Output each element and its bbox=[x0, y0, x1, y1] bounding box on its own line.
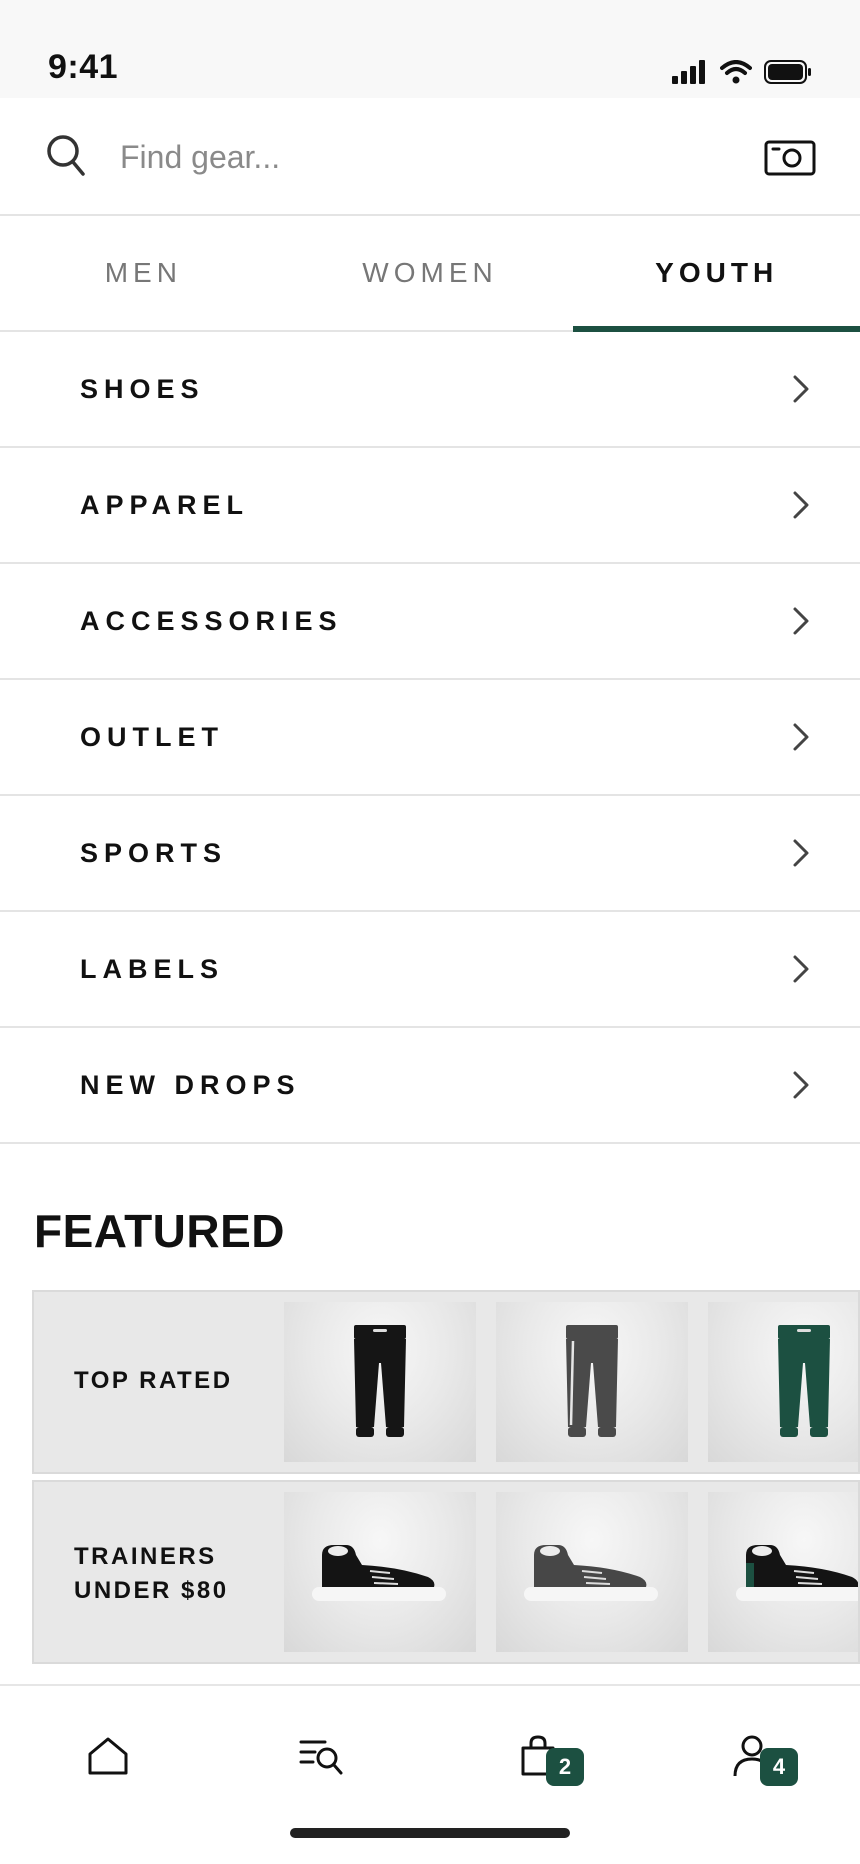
bag-count-badge: 2 bbox=[546, 1748, 584, 1786]
menu-item-new-drops[interactable]: NEW DROPS bbox=[0, 1028, 860, 1144]
camera-icon[interactable] bbox=[764, 138, 816, 176]
search-input[interactable] bbox=[120, 132, 720, 182]
product-thumbnail[interactable] bbox=[708, 1302, 858, 1462]
menu-item-label: SHOES bbox=[80, 373, 205, 404]
tab-men[interactable]: MEN bbox=[0, 216, 287, 330]
status-bar: 9:41 bbox=[0, 0, 860, 98]
menu-item-label: NEW DROPS bbox=[80, 1069, 301, 1100]
category-menu: SHOES APPAREL ACCESSORIES OUTLET SPORTS … bbox=[0, 332, 860, 1144]
tab-women[interactable]: WOMEN bbox=[287, 216, 574, 330]
product-thumbnail[interactable] bbox=[284, 1302, 476, 1462]
card-label: TRAINERS UNDER $80 bbox=[74, 1540, 229, 1608]
profile-count-badge: 4 bbox=[760, 1748, 798, 1786]
menu-item-label: APPAREL bbox=[80, 489, 250, 520]
chevron-right-icon bbox=[793, 955, 809, 983]
battery-icon bbox=[764, 60, 811, 84]
menu-item-label: LABELS bbox=[80, 953, 224, 984]
chevron-right-icon bbox=[793, 1071, 809, 1099]
nav-home[interactable] bbox=[78, 1726, 138, 1786]
menu-item-label: SPORTS bbox=[80, 837, 228, 868]
chevron-right-icon bbox=[793, 375, 809, 403]
category-tabs: MEN WOMEN YOUTH bbox=[0, 216, 860, 332]
pants-icon bbox=[778, 1325, 830, 1437]
pants-icon bbox=[354, 1325, 406, 1437]
product-thumbnail[interactable] bbox=[496, 1302, 688, 1462]
menu-item-label: OUTLET bbox=[80, 721, 224, 752]
pants-icon bbox=[566, 1325, 618, 1437]
sneaker-icon bbox=[524, 1545, 658, 1601]
nav-browse[interactable] bbox=[292, 1726, 352, 1786]
menu-item-labels[interactable]: LABELS bbox=[0, 912, 860, 1028]
menu-item-sports[interactable]: SPORTS bbox=[0, 796, 860, 912]
sneaker-icon bbox=[312, 1545, 446, 1601]
menu-item-outlet[interactable]: OUTLET bbox=[0, 680, 860, 796]
chevron-right-icon bbox=[793, 839, 809, 867]
featured-title: FEATURED bbox=[34, 1205, 286, 1257]
featured-card-top-rated[interactable]: TOP RATED bbox=[32, 1290, 860, 1474]
product-thumbnail[interactable] bbox=[496, 1492, 688, 1652]
product-thumbnail[interactable] bbox=[284, 1492, 476, 1652]
signal-icon bbox=[672, 60, 705, 84]
status-icons bbox=[672, 60, 812, 84]
search-icon[interactable] bbox=[46, 134, 86, 178]
card-label-line: UNDER $80 bbox=[74, 1577, 229, 1604]
featured-card-trainers[interactable]: TRAINERS UNDER $80 bbox=[32, 1480, 860, 1664]
search-bar bbox=[0, 98, 860, 216]
chevron-right-icon bbox=[793, 607, 809, 635]
menu-item-shoes[interactable]: SHOES bbox=[0, 332, 860, 448]
browse-search-icon bbox=[299, 1740, 343, 1775]
status-time: 9:41 bbox=[48, 48, 119, 86]
chevron-right-icon bbox=[793, 491, 809, 519]
chevron-right-icon bbox=[793, 723, 809, 751]
menu-item-accessories[interactable]: ACCESSORIES bbox=[0, 564, 860, 680]
card-label-line: TRAINERS bbox=[74, 1543, 217, 1570]
home-icon bbox=[88, 1737, 128, 1775]
tab-youth[interactable]: YOUTH bbox=[573, 216, 860, 332]
home-indicator bbox=[290, 1828, 570, 1838]
menu-item-apparel[interactable]: APPAREL bbox=[0, 448, 860, 564]
card-label: TOP RATED bbox=[74, 1367, 233, 1394]
nav-profile[interactable]: 4 bbox=[722, 1726, 798, 1786]
wifi-icon bbox=[720, 60, 752, 84]
product-thumbnail[interactable] bbox=[708, 1492, 858, 1652]
sneaker-icon bbox=[736, 1545, 858, 1601]
menu-item-label: ACCESSORIES bbox=[80, 605, 343, 636]
nav-bag[interactable]: 2 bbox=[508, 1726, 584, 1786]
